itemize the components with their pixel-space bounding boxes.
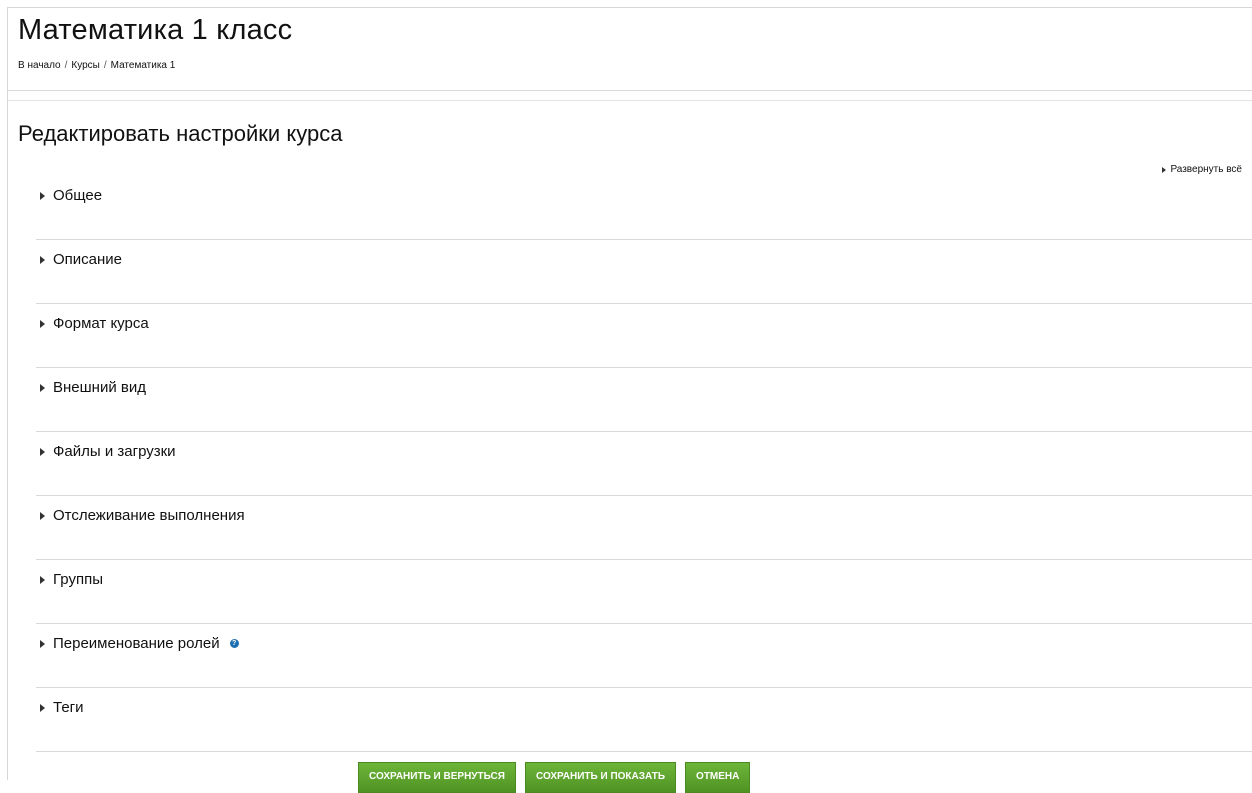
section-label: Теги xyxy=(53,699,84,716)
page-title: Математика 1 класс xyxy=(18,14,293,46)
triangle-right-icon xyxy=(40,383,45,392)
form-buttons: СОХРАНИТЬ И ВЕРНУТЬСЯ СОХРАНИТЬ И ПОКАЗА… xyxy=(358,762,751,793)
section-label: Формат курса xyxy=(53,315,149,332)
section-toggle[interactable]: Файлы и загрузки xyxy=(40,443,176,460)
breadcrumb: В начало / Курсы / Математика 1 xyxy=(18,60,175,71)
cancel-button[interactable]: ОТМЕНА xyxy=(685,762,751,793)
breadcrumb-home[interactable]: В начало xyxy=(18,60,61,71)
section-completion-tracking: Отслеживание выполнения xyxy=(36,496,1252,560)
section-label: Отслеживание выполнения xyxy=(53,507,245,524)
page-header: Математика 1 класс xyxy=(18,14,292,47)
save-and-return-button[interactable]: СОХРАНИТЬ И ВЕРНУТЬСЯ xyxy=(358,762,516,793)
triangle-right-icon xyxy=(40,511,45,520)
triangle-right-icon xyxy=(40,575,45,584)
section-toggle[interactable]: Группы xyxy=(40,571,103,588)
section-label: Группы xyxy=(53,571,103,588)
header-divider xyxy=(8,90,1252,91)
section-groups: Группы xyxy=(36,560,1252,624)
breadcrumb-separator: / xyxy=(64,60,68,71)
section-toggle[interactable]: Общее xyxy=(40,187,102,204)
section-toggle[interactable]: Формат курса xyxy=(40,315,149,332)
triangle-right-icon xyxy=(40,447,45,456)
section-course-format: Формат курса xyxy=(36,304,1252,368)
triangle-right-icon xyxy=(40,703,45,712)
section-toggle[interactable]: Отслеживание выполнения xyxy=(40,507,245,524)
section-general: Общее xyxy=(36,176,1252,240)
section-toggle[interactable]: Описание xyxy=(40,251,122,268)
triangle-right-icon xyxy=(40,255,45,264)
section-label: Общее xyxy=(53,187,103,204)
triangle-right-icon xyxy=(40,639,45,648)
form-sections: Общее Описание Формат курса Внешний вид … xyxy=(36,176,1252,752)
section-toggle[interactable]: Внешний вид xyxy=(40,379,146,396)
help-icon[interactable]: ? xyxy=(229,639,239,648)
breadcrumb-courses[interactable]: Курсы xyxy=(71,60,99,71)
triangle-right-icon xyxy=(40,319,45,328)
section-appearance: Внешний вид xyxy=(36,368,1252,432)
section-tags: Теги xyxy=(36,688,1252,752)
breadcrumb-course[interactable]: Математика 1 xyxy=(111,60,176,71)
section-toggle[interactable]: Теги xyxy=(40,699,84,716)
section-label: Описание xyxy=(53,251,123,268)
section-toggle[interactable]: Переименование ролей ? xyxy=(40,635,239,652)
save-and-display-button[interactable]: СОХРАНИТЬ И ПОКАЗАТЬ xyxy=(524,762,677,793)
header-divider xyxy=(8,100,1252,101)
section-description: Описание xyxy=(36,240,1252,304)
expand-all-label: Развернуть всё xyxy=(1170,164,1242,175)
expand-all-link[interactable]: Развернуть всё xyxy=(1162,164,1242,175)
section-files-uploads: Файлы и загрузки xyxy=(36,432,1252,496)
section-label: Переименование ролей xyxy=(53,635,220,652)
section-label: Файлы и загрузки xyxy=(53,443,176,460)
breadcrumb-separator: / xyxy=(103,60,107,71)
triangle-right-icon xyxy=(40,191,45,200)
section-role-renaming: Переименование ролей ? xyxy=(36,624,1252,688)
triangle-right-icon xyxy=(1162,166,1167,173)
section-label: Внешний вид xyxy=(53,379,146,396)
form-heading: Редактировать настройки курса xyxy=(18,121,343,146)
